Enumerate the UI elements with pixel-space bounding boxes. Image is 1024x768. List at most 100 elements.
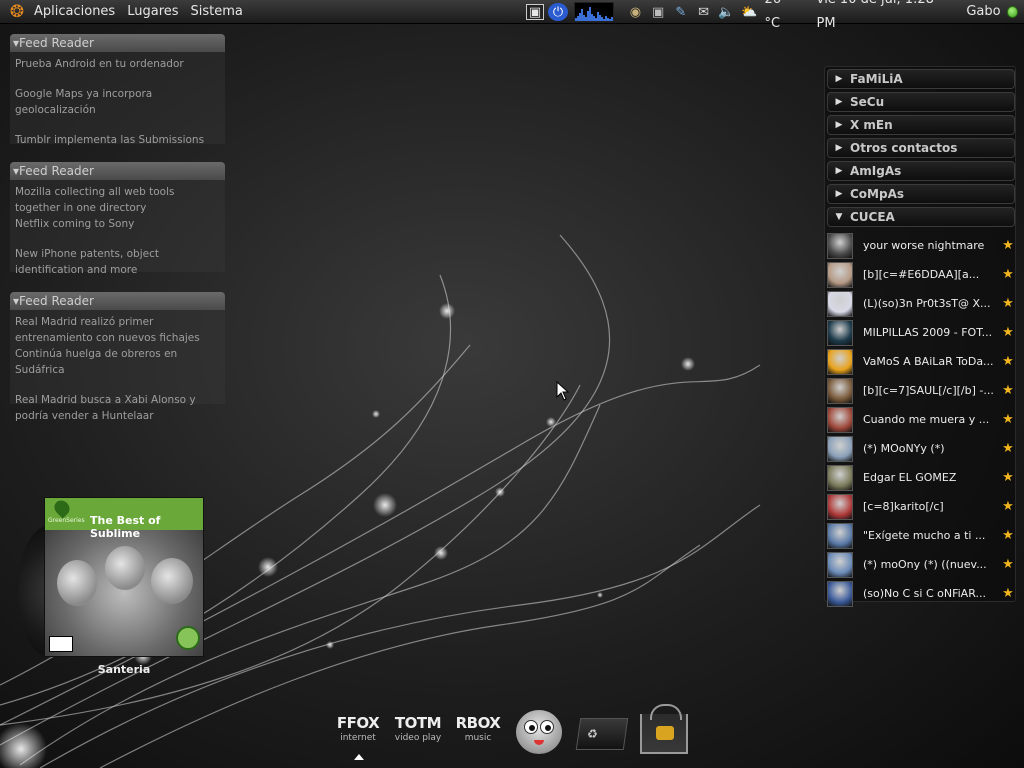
contact-entry[interactable]: [b][c=7]SAUL[/c][/b] -... ★ bbox=[827, 376, 1015, 405]
screenshot-icon[interactable]: ▣ bbox=[526, 4, 544, 20]
trash-icon[interactable] bbox=[575, 718, 629, 750]
contact-group[interactable]: ▶ X mEn bbox=[827, 115, 1015, 135]
contact-entry[interactable]: (*) MOoNYy (*) ★ bbox=[827, 434, 1015, 463]
disc-icon[interactable]: ◉ bbox=[626, 3, 645, 21]
chevron-right-icon[interactable]: ▶ bbox=[828, 189, 850, 199]
chevron-down-icon[interactable]: ▼ bbox=[828, 212, 850, 222]
mail-icon[interactable]: ✉ bbox=[694, 3, 713, 21]
feed-item[interactable]: New iPhone patents, object identificatio… bbox=[15, 246, 220, 278]
contact-entry[interactable]: (so)No C si C oNFiAR... ★ bbox=[827, 579, 1015, 608]
avatar bbox=[827, 435, 853, 462]
power-icon[interactable]: ⏻ bbox=[548, 3, 568, 21]
contact-entry[interactable]: [b][c=#E6DDAA][a... ★ bbox=[827, 260, 1015, 289]
star-icon: ★ bbox=[1002, 441, 1014, 456]
chevron-right-icon[interactable]: ▶ bbox=[828, 97, 850, 107]
contact-group-label: CUCEA bbox=[850, 210, 895, 224]
contact-name: VaMoS A BAiLaR ToDa... bbox=[863, 355, 994, 368]
contact-group[interactable]: ▶ SeCu bbox=[827, 92, 1015, 112]
dock-item-rbox[interactable]: RBOX music bbox=[450, 714, 506, 743]
contact-name: MILPILLAS 2009 - FOT... bbox=[863, 326, 993, 339]
weather-temperature[interactable]: 26 °C bbox=[761, 0, 803, 36]
top-panel: ❂ Aplicaciones Lugares Sistema ▣ ⏻ ◉ ▣ ✎… bbox=[0, 0, 1024, 31]
chevron-right-icon[interactable]: ▶ bbox=[828, 166, 850, 176]
sun-badge-icon bbox=[176, 626, 200, 650]
star-icon: ★ bbox=[1002, 528, 1014, 543]
contact-entry[interactable]: "Exígete mucho a ti ... ★ bbox=[827, 521, 1015, 550]
network-icon[interactable]: ▣ bbox=[649, 3, 668, 21]
star-icon: ★ bbox=[1002, 470, 1014, 485]
feed-header[interactable]: ▾Feed Reader bbox=[10, 292, 225, 310]
star-icon: ★ bbox=[1002, 325, 1014, 340]
contact-entry[interactable]: [c=8]karito[/c] ★ bbox=[827, 492, 1015, 521]
contact-entry[interactable]: (*) moOny (*) ((nuev... ★ bbox=[827, 550, 1015, 579]
chevron-right-icon[interactable]: ▶ bbox=[828, 120, 850, 130]
dock-item-label: TOTM bbox=[394, 714, 442, 732]
avatar bbox=[827, 580, 853, 607]
basket-icon[interactable] bbox=[640, 704, 688, 754]
menu-aplicaciones[interactable]: Aplicaciones bbox=[28, 0, 121, 24]
feed-item[interactable]: Real Madrid busca a Xabi Alonso y podría… bbox=[15, 392, 220, 424]
feed-item[interactable]: Prueba Android en tu ordenador bbox=[15, 56, 220, 72]
feed-item[interactable]: Mozilla collecting all web tools togethe… bbox=[15, 184, 220, 216]
contact-group[interactable]: ▼ CUCEA bbox=[827, 207, 1015, 227]
star-icon: ★ bbox=[1002, 238, 1014, 253]
contact-name: (so)No C si C oNFiAR... bbox=[863, 587, 986, 600]
star-icon: ★ bbox=[1002, 296, 1014, 311]
star-icon: ★ bbox=[1002, 586, 1014, 601]
avatar bbox=[827, 232, 853, 259]
dock-item-totm[interactable]: TOTM video play bbox=[390, 714, 446, 743]
weather-icon[interactable]: ⛅ bbox=[740, 3, 759, 21]
chevron-right-icon[interactable]: ▶ bbox=[828, 74, 850, 84]
contact-name: (L)(so)3n Pr0t3sT@ X... bbox=[863, 297, 991, 310]
contact-group-label: FaMiLiA bbox=[850, 72, 903, 86]
feed-item[interactable]: Continúa huelga de obreros en Sudáfrica bbox=[15, 346, 220, 378]
star-icon: ★ bbox=[1002, 499, 1014, 514]
parental-advisory-icon bbox=[49, 636, 73, 652]
dock-item-label: RBOX bbox=[455, 714, 501, 732]
feed-item[interactable]: Google Maps ya incorpora geolocalización bbox=[15, 86, 220, 118]
avatar bbox=[827, 464, 853, 491]
star-icon: ★ bbox=[1002, 383, 1014, 398]
album-series: GreenSeries bbox=[48, 517, 85, 524]
user-name[interactable]: Gabo bbox=[962, 0, 1004, 24]
contact-group-label: AmIgAs bbox=[850, 164, 902, 178]
avatar bbox=[827, 551, 853, 578]
contact-name: [b][c=7]SAUL[/c][/b] -... bbox=[863, 384, 994, 397]
dock-item-ffox[interactable]: FFOX internet bbox=[330, 714, 386, 743]
feed-list: Mozilla collecting all web tools togethe… bbox=[10, 180, 225, 284]
menu-lugares[interactable]: Lugares bbox=[121, 0, 184, 24]
contact-name: [b][c=#E6DDAA][a... bbox=[863, 268, 980, 281]
feed-header[interactable]: ▾Feed Reader bbox=[10, 34, 225, 52]
contact-entry[interactable]: VaMoS A BAiLaR ToDa... ★ bbox=[827, 347, 1015, 376]
contact-group[interactable]: ▶ AmIgAs bbox=[827, 161, 1015, 181]
notes-icon[interactable]: ✎ bbox=[672, 3, 691, 21]
tray-left: ▣ ⏻ bbox=[524, 0, 614, 24]
feed-title: Feed Reader bbox=[19, 164, 94, 178]
star-icon: ★ bbox=[1002, 412, 1014, 427]
contact-entry[interactable]: (L)(so)3n Pr0t3sT@ X... ★ bbox=[827, 289, 1015, 318]
contact-group[interactable]: ▶ FaMiLiA bbox=[827, 69, 1015, 89]
menu-sistema[interactable]: Sistema bbox=[185, 0, 249, 24]
album-cover[interactable]: GreenSeries The Best of Sublime bbox=[44, 497, 204, 657]
gnome-foot-icon[interactable]: ❂ bbox=[6, 1, 28, 23]
online-status-icon[interactable] bbox=[1006, 6, 1018, 18]
feed-item[interactable]: Tumblr implementa las Submissions bbox=[15, 132, 220, 148]
volume-icon[interactable]: 🔈 bbox=[717, 3, 736, 21]
contact-entry[interactable]: Cuando me muera y ... ★ bbox=[827, 405, 1015, 434]
pidgin-icon[interactable] bbox=[516, 710, 562, 754]
feed-list: Prueba Android en tu ordenador Google Ma… bbox=[10, 52, 225, 154]
feed-item[interactable]: Netflix coming to Sony bbox=[15, 216, 220, 232]
contact-entry[interactable]: Edgar EL GOMEZ ★ bbox=[827, 463, 1015, 492]
system-monitor-graph[interactable] bbox=[574, 2, 614, 22]
feed-item[interactable]: Real Madrid realizó primer entrenamiento… bbox=[15, 314, 220, 346]
contact-entry[interactable]: your worse nightmare ★ bbox=[827, 231, 1015, 260]
feed-header[interactable]: ▾Feed Reader bbox=[10, 162, 225, 180]
contact-entry[interactable]: MILPILLAS 2009 - FOT... ★ bbox=[827, 318, 1015, 347]
clock[interactable]: vie 10 de jul, 1:28 PM bbox=[813, 0, 953, 36]
contact-group[interactable]: ▶ CoMpAs bbox=[827, 184, 1015, 204]
contact-group[interactable]: ▶ Otros contactos bbox=[827, 138, 1015, 158]
now-playing-widget[interactable]: GreenSeries The Best of Sublime Santeria bbox=[18, 496, 208, 676]
chevron-right-icon[interactable]: ▶ bbox=[828, 143, 850, 153]
contact-name: Cuando me muera y ... bbox=[863, 413, 990, 426]
star-icon: ★ bbox=[1002, 267, 1014, 282]
